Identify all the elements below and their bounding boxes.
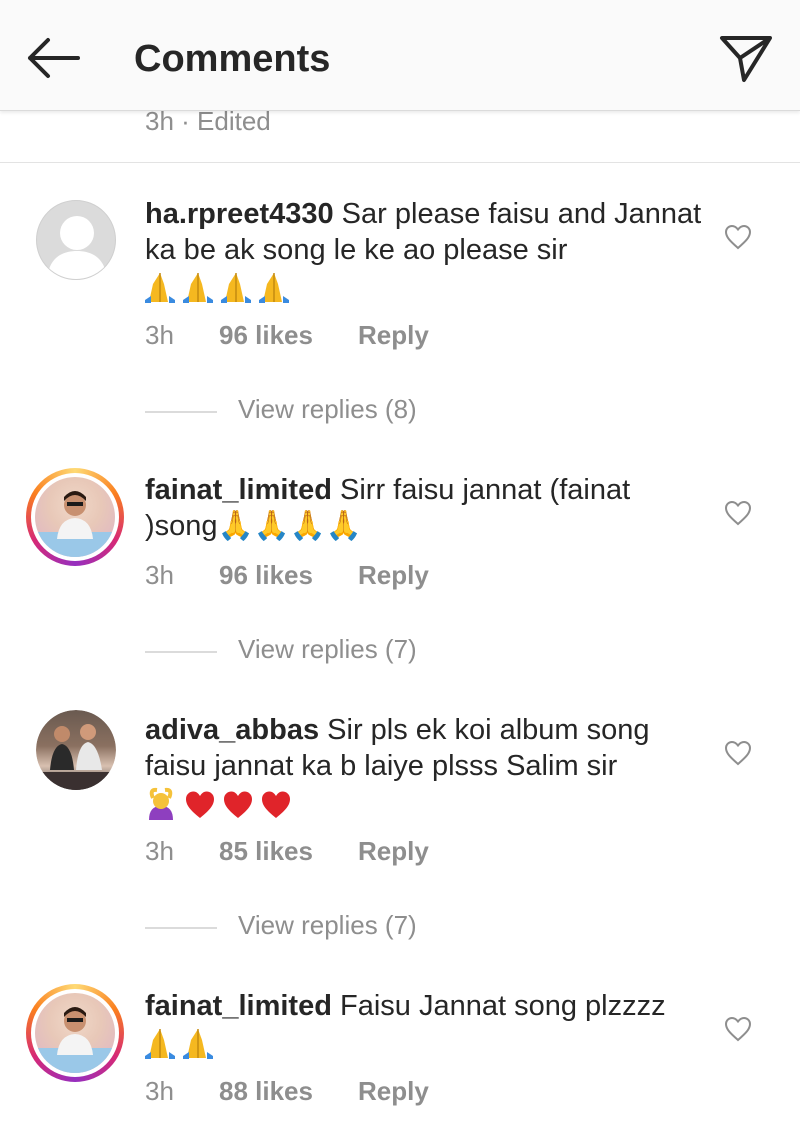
view-replies-button[interactable]: View replies (7) [145, 634, 545, 670]
heart-icon[interactable] [724, 224, 752, 250]
view-replies-label: View replies (7) [238, 634, 417, 664]
group-photo-icon [36, 724, 116, 790]
comment-username[interactable]: fainat_limited [145, 474, 332, 506]
reply-button[interactable]: Reply [358, 560, 429, 591]
reply-button[interactable]: Reply [358, 320, 429, 351]
view-replies-button[interactable]: View replies (8) [145, 394, 545, 430]
reply-button[interactable]: Reply [358, 836, 429, 867]
comment-text: fainat_limited Sirr faisu jannat (fainat… [145, 472, 705, 544]
comment-text: adiva_abbas Sir pls ek koi album song fa… [145, 712, 705, 784]
profile-photo [35, 477, 115, 557]
comment-likes[interactable]: 85 likes [219, 836, 313, 867]
heart-icon[interactable] [724, 740, 752, 766]
comment-username[interactable]: ha.rpreet4330 [145, 198, 334, 230]
paper-plane-icon [720, 36, 772, 82]
avatar[interactable] [26, 468, 124, 566]
comment-text: ha.rpreet4330 Sar please faisu and Janna… [145, 196, 705, 268]
divider [0, 162, 800, 163]
comment-likes[interactable]: 96 likes [219, 560, 313, 591]
back-button[interactable] [24, 34, 82, 82]
replies-line [145, 411, 217, 413]
arrow-left-icon [28, 38, 80, 78]
comment-likes[interactable]: 96 likes [219, 320, 313, 351]
comment-meta: 3h 96 likes Reply [145, 320, 645, 351]
comment-likes[interactable]: 88 likes [219, 1076, 313, 1107]
view-replies-label: View replies (7) [238, 910, 417, 940]
praying-hands-emoji [145, 273, 289, 303]
comment-text: fainat_limited Faisu Jannat song plzzzz [145, 988, 705, 1024]
comment-meta: 3h 88 likes Reply [145, 1076, 645, 1107]
comment-emojis [145, 786, 305, 822]
page-title: Comments [134, 38, 331, 80]
comment-emojis [145, 1026, 225, 1062]
comment-username[interactable]: adiva_abbas [145, 714, 319, 746]
avatar[interactable] [36, 710, 116, 790]
praying-hands-emoji [145, 1029, 213, 1059]
person-photo-icon [35, 491, 115, 557]
profile-photo [36, 710, 116, 790]
replies-line [145, 651, 217, 653]
comment-time: 3h [145, 836, 174, 866]
heart-icon[interactable] [724, 1016, 752, 1042]
default-avatar-icon [47, 216, 107, 279]
comment-time: 3h [145, 560, 174, 590]
comment-time: 3h [145, 320, 174, 350]
comment-meta: 3h 85 likes Reply [145, 836, 645, 867]
heart-icon[interactable] [724, 500, 752, 526]
comment-meta: 3h 96 likes Reply [145, 560, 645, 591]
view-replies-label: View replies (8) [238, 394, 417, 424]
view-replies-button[interactable]: View replies (7) [145, 910, 545, 946]
replies-line [145, 927, 217, 929]
avatar[interactable] [26, 984, 124, 1082]
share-button[interactable] [716, 30, 776, 86]
top-bar: Comments [0, 0, 800, 111]
comment-emojis [145, 270, 305, 306]
profile-photo [35, 993, 115, 1073]
reply-button[interactable]: Reply [358, 1076, 429, 1107]
person-photo-icon [35, 1007, 115, 1073]
avatar[interactable] [36, 200, 116, 280]
comment-username[interactable]: fainat_limited [145, 990, 332, 1022]
comment-body: Faisu Jannat song plzzzz [331, 990, 666, 1022]
comment-time: 3h [145, 1076, 174, 1106]
person-and-hearts-emoji [149, 787, 290, 820]
